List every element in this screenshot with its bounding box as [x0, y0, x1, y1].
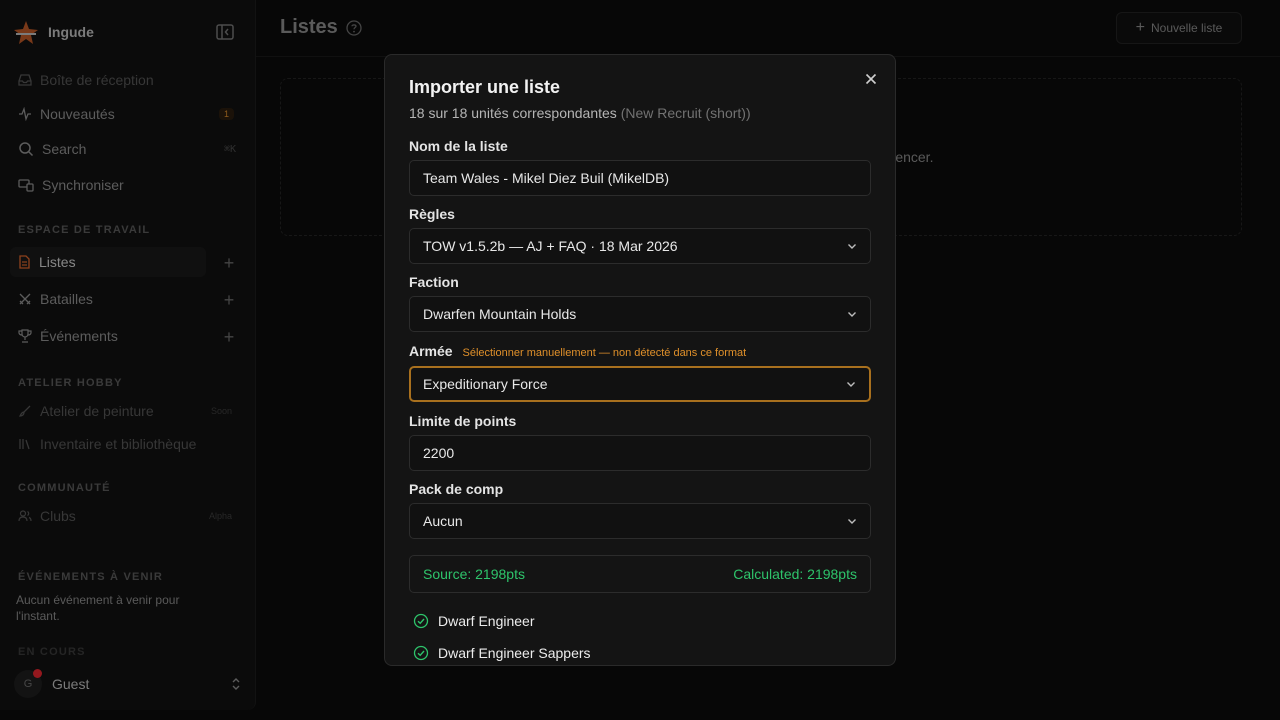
chevron-down-icon — [848, 312, 856, 317]
unit-item: Dwarf Engineer Sappers — [413, 645, 591, 661]
chevron-down-icon — [847, 382, 855, 387]
dialog-subtitle: 18 sur 18 unités correspondantes (New Re… — [409, 105, 751, 121]
rules-select[interactable]: TOW v1.5.2b — AJ + FAQ · 18 Mar 2026 — [409, 228, 871, 264]
chevron-down-icon — [848, 519, 856, 524]
check-circle-icon — [413, 613, 429, 629]
points-limit-label: Limite de points — [409, 413, 517, 429]
faction-label: Faction — [409, 274, 459, 290]
comp-pack-select[interactable]: Aucun — [409, 503, 871, 539]
list-name-input[interactable]: Team Wales - Mikel Diez Buil (MikelDB) — [409, 160, 871, 196]
army-label: Armée Sélectionner manuellement — non dé… — [409, 343, 747, 359]
check-circle-icon — [413, 645, 429, 661]
close-icon[interactable] — [863, 71, 879, 87]
import-list-dialog: Importer une liste 18 sur 18 unités corr… — [384, 54, 896, 666]
faction-select[interactable]: Dwarfen Mountain Holds — [409, 296, 871, 332]
calculated-points: Calculated: 2198pts — [733, 566, 857, 582]
list-name-label: Nom de la liste — [409, 138, 508, 154]
rules-label: Règles — [409, 206, 455, 222]
army-select[interactable]: Expeditionary Force — [409, 366, 871, 402]
points-summary: Source: 2198pts Calculated: 2198pts — [409, 555, 871, 593]
comp-pack-label: Pack de comp — [409, 481, 504, 497]
source-format: (New Recruit (short)) — [620, 105, 751, 121]
points-limit-input[interactable]: 2200 — [409, 435, 871, 471]
chevron-down-icon — [848, 244, 856, 249]
army-warning: Sélectionner manuellement — non détecté … — [462, 347, 747, 359]
dialog-title: Importer une liste — [409, 77, 561, 97]
source-points: Source: 2198pts — [423, 566, 525, 582]
unit-item: Dwarf Engineer — [413, 613, 535, 629]
